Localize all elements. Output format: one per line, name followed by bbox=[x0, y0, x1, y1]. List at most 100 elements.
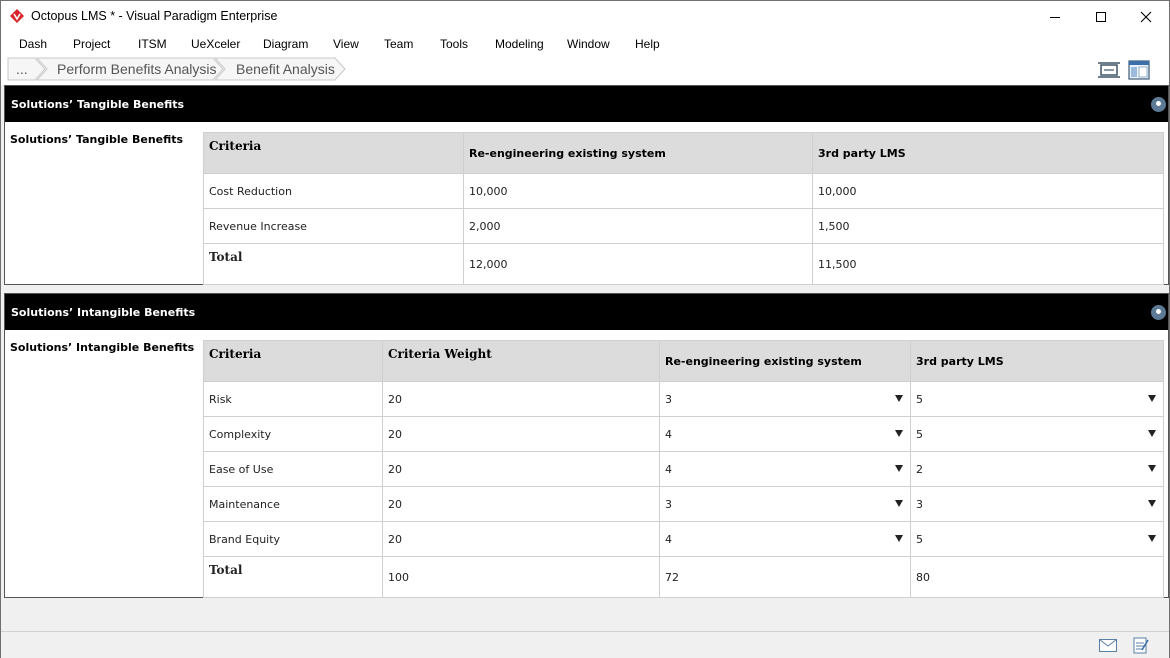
status-bar bbox=[1, 631, 1169, 658]
page-layout-icon[interactable] bbox=[1128, 60, 1150, 80]
score-dropdown[interactable]: 5 bbox=[910, 521, 1164, 557]
close-button[interactable] bbox=[1123, 1, 1169, 32]
table-header-row: Criteria Criteria Weight Re-engineering … bbox=[203, 340, 1164, 382]
col-3rd-party: 3rd party LMS bbox=[812, 132, 1164, 174]
menu-diagram[interactable]: Diagram bbox=[263, 37, 308, 51]
tangible-panel-header: Solutions’ Tangible Benefits bbox=[5, 86, 1168, 122]
score-value: 4 bbox=[665, 462, 672, 476]
total-value: 12,000 bbox=[463, 243, 813, 285]
score-value: 4 bbox=[665, 427, 672, 441]
table-row: Maintenance 20 3 3 bbox=[203, 486, 1164, 522]
dropdown-arrow-icon[interactable] bbox=[1148, 395, 1156, 402]
dropdown-arrow-icon[interactable] bbox=[895, 430, 903, 437]
value-cell[interactable]: 10,000 bbox=[463, 173, 813, 209]
breadcrumb-more[interactable]: ... bbox=[16, 57, 28, 81]
score-value: 5 bbox=[916, 532, 923, 546]
score-dropdown[interactable]: 2 bbox=[910, 451, 1164, 487]
menu-modeling[interactable]: Modeling bbox=[495, 37, 544, 51]
title-bar: Octopus LMS * - Visual Paradigm Enterpri… bbox=[1, 1, 1169, 32]
fit-to-window-icon[interactable] bbox=[1098, 60, 1120, 80]
menu-itsm[interactable]: ITSM bbox=[138, 37, 167, 51]
col-reengineering: Re-engineering existing system bbox=[463, 132, 813, 174]
score-value: 3 bbox=[916, 497, 923, 511]
table-header-row: Criteria Re-engineering existing system … bbox=[203, 132, 1164, 174]
dropdown-arrow-icon[interactable] bbox=[1148, 430, 1156, 437]
maximize-button[interactable] bbox=[1078, 1, 1124, 32]
intangible-section-label: Solutions’ Intangible Benefits bbox=[10, 341, 195, 354]
intangible-panel-title: Solutions’ Intangible Benefits bbox=[11, 306, 196, 319]
score-dropdown[interactable]: 4 bbox=[659, 416, 911, 452]
dropdown-arrow-icon[interactable] bbox=[1148, 465, 1156, 472]
mail-icon[interactable] bbox=[1099, 639, 1117, 652]
total-label: Total bbox=[203, 556, 383, 598]
intangible-benefits-panel: Solutions’ Intangible Benefits Solutions… bbox=[4, 293, 1169, 598]
total-value: 11,500 bbox=[812, 243, 1164, 285]
menu-window[interactable]: Window bbox=[567, 37, 610, 51]
breadcrumb-benefit-analysis[interactable]: Benefit Analysis bbox=[236, 57, 335, 81]
dropdown-arrow-icon[interactable] bbox=[895, 395, 903, 402]
dropdown-arrow-icon[interactable] bbox=[895, 465, 903, 472]
score-dropdown[interactable]: 3 bbox=[659, 381, 911, 417]
criteria-cell: Cost Reduction bbox=[203, 173, 464, 209]
total-value: 80 bbox=[910, 556, 1164, 598]
menu-uexceler[interactable]: UeXceler bbox=[191, 37, 240, 51]
value-cell[interactable]: 2,000 bbox=[463, 208, 813, 244]
application-window: Octopus LMS * - Visual Paradigm Enterpri… bbox=[0, 0, 1170, 658]
dropdown-arrow-icon[interactable] bbox=[895, 535, 903, 542]
value-cell[interactable]: 10,000 bbox=[812, 173, 1164, 209]
score-value: 5 bbox=[916, 392, 923, 406]
score-dropdown[interactable]: 5 bbox=[910, 416, 1164, 452]
menu-view[interactable]: View bbox=[333, 37, 359, 51]
weight-cell[interactable]: 20 bbox=[382, 416, 660, 452]
menu-help[interactable]: Help bbox=[635, 37, 660, 51]
score-dropdown[interactable]: 3 bbox=[659, 486, 911, 522]
table-row: Ease of Use 20 4 2 bbox=[203, 451, 1164, 487]
score-dropdown[interactable]: 4 bbox=[659, 451, 911, 487]
menu-team[interactable]: Team bbox=[384, 37, 413, 51]
dropdown-arrow-icon[interactable] bbox=[1148, 535, 1156, 542]
score-value: 3 bbox=[665, 497, 672, 511]
weight-cell[interactable]: 20 bbox=[382, 521, 660, 557]
minimize-button[interactable] bbox=[1032, 1, 1078, 32]
table-row: Brand Equity 20 4 5 bbox=[203, 521, 1164, 557]
value-cell[interactable]: 1,500 bbox=[812, 208, 1164, 244]
table-row: Complexity 20 4 5 bbox=[203, 416, 1164, 452]
tangible-benefits-panel: Solutions’ Tangible Benefits Solutions’ … bbox=[4, 85, 1169, 285]
col-criteria: Criteria bbox=[203, 132, 464, 174]
criteria-cell: Risk bbox=[203, 381, 383, 417]
total-label: Total bbox=[203, 243, 464, 285]
content-area: Solutions’ Tangible Benefits Solutions’ … bbox=[1, 85, 1169, 631]
dropdown-arrow-icon[interactable] bbox=[895, 500, 903, 507]
pin-icon[interactable] bbox=[1151, 97, 1166, 112]
intangible-table: Criteria Criteria Weight Re-engineering … bbox=[203, 340, 1164, 598]
table-row: Cost Reduction 10,000 10,000 bbox=[203, 173, 1164, 209]
score-dropdown[interactable]: 3 bbox=[910, 486, 1164, 522]
total-row: Total 100 72 80 bbox=[203, 556, 1164, 598]
menu-tools[interactable]: Tools bbox=[440, 37, 468, 51]
weight-cell[interactable]: 20 bbox=[382, 486, 660, 522]
score-dropdown[interactable]: 5 bbox=[910, 381, 1164, 417]
visual-paradigm-logo-icon bbox=[10, 9, 24, 23]
menu-project[interactable]: Project bbox=[73, 37, 110, 51]
weight-cell[interactable]: 20 bbox=[382, 451, 660, 487]
score-dropdown[interactable]: 4 bbox=[659, 521, 911, 557]
menu-bar: Dash Project ITSM UeXceler Diagram View … bbox=[1, 33, 1169, 55]
criteria-cell: Complexity bbox=[203, 416, 383, 452]
total-row: Total 12,000 11,500 bbox=[203, 243, 1164, 285]
dropdown-arrow-icon[interactable] bbox=[1148, 500, 1156, 507]
tangible-section-label: Solutions’ Tangible Benefits bbox=[10, 133, 184, 146]
tangible-table: Criteria Re-engineering existing system … bbox=[203, 132, 1164, 285]
score-value: 5 bbox=[916, 427, 923, 441]
breadcrumb-perform-benefits-analysis[interactable]: Perform Benefits Analysis bbox=[57, 57, 217, 81]
weight-cell[interactable]: 20 bbox=[382, 381, 660, 417]
tangible-panel-title: Solutions’ Tangible Benefits bbox=[11, 98, 185, 111]
col-criteria-weight: Criteria Weight bbox=[382, 340, 660, 382]
close-icon bbox=[1140, 11, 1152, 22]
intangible-panel-header: Solutions’ Intangible Benefits bbox=[5, 294, 1168, 330]
col-3rd-party: 3rd party LMS bbox=[910, 340, 1164, 382]
notes-icon[interactable] bbox=[1133, 636, 1149, 654]
criteria-cell: Revenue Increase bbox=[203, 208, 464, 244]
criteria-cell: Ease of Use bbox=[203, 451, 383, 487]
pin-icon[interactable] bbox=[1151, 305, 1166, 320]
menu-dash[interactable]: Dash bbox=[19, 37, 47, 51]
